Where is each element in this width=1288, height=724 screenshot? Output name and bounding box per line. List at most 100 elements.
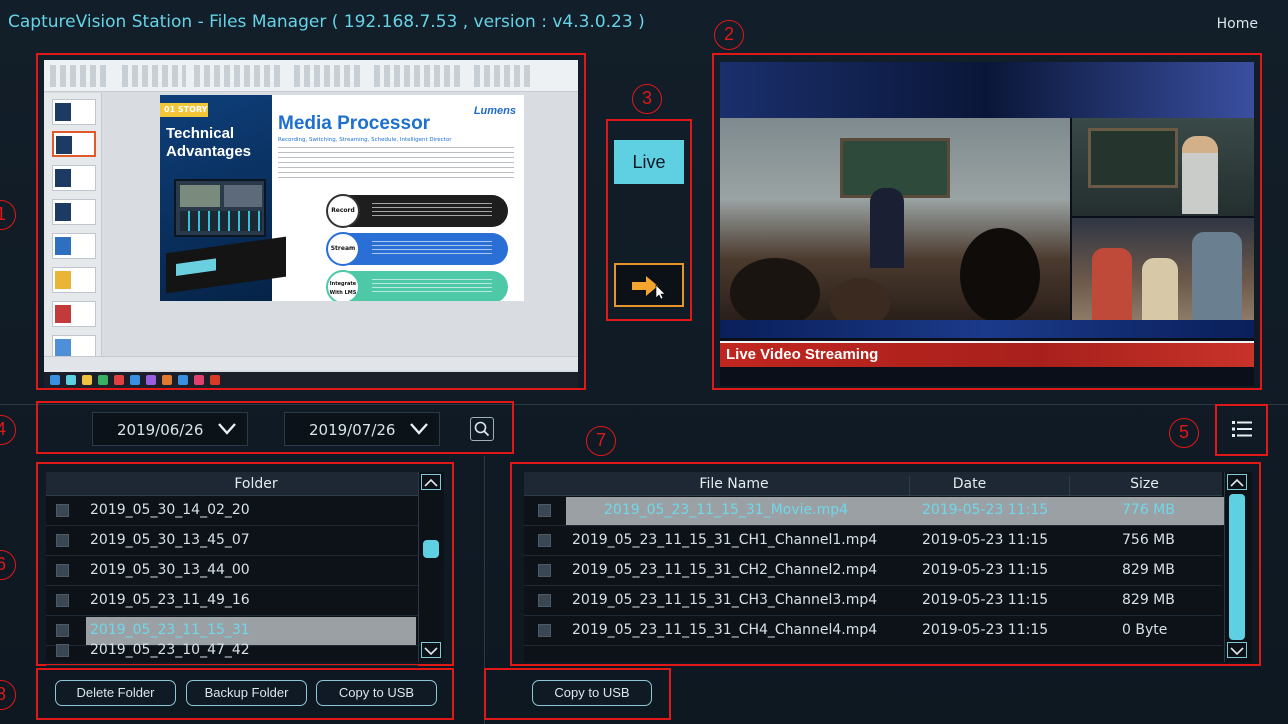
start-date-value: 2019/06/26	[117, 421, 204, 439]
size-column-header[interactable]: Size	[1069, 476, 1219, 496]
story-tag: 01 STORY	[160, 103, 208, 117]
live-button[interactable]: Live	[614, 140, 684, 184]
stream-label: Stream	[326, 232, 360, 266]
ppt-ribbon	[44, 60, 578, 92]
arrow-pointer-icon	[632, 276, 666, 299]
callout-4: 4	[0, 415, 16, 445]
slide-heading: Media Processor	[278, 113, 431, 134]
scroll-up-button[interactable]	[1227, 474, 1247, 490]
folder-table-header: Folder	[46, 472, 418, 496]
video-caption: Live Video Streaming	[726, 346, 879, 363]
file-name: 2019_05_23_11_15_31_CH1_Channel1.mp4	[572, 532, 878, 548]
slide-body-text	[278, 147, 514, 181]
chevron-up-icon	[424, 478, 438, 487]
file-row[interactable]: 2019_05_23_11_15_31_CH2_Channel2.mp4 201…	[524, 556, 1222, 586]
presentation-preview: 01 STORY Technical Advantages Media Proc…	[44, 60, 578, 388]
file-name: 2019_05_23_11_15_31_CH4_Channel4.mp4	[572, 622, 878, 638]
file-row-selected[interactable]: 2019_05_23_11_15_31_Movie.mp4 2019-05-23…	[524, 496, 1226, 526]
windows-taskbar	[44, 372, 578, 388]
folder-column-header[interactable]: Folder	[196, 476, 316, 492]
video-main-feed	[720, 118, 1070, 328]
title-bar: CaptureVision Station - Files Manager ( …	[0, 0, 1288, 44]
file-date: 2019-05-23 11:15	[922, 532, 1049, 548]
chevron-down-icon	[218, 423, 236, 435]
slide-thumbnail-selected	[52, 131, 96, 157]
callout-7: 7	[586, 426, 616, 456]
file-date: 2019-05-23 11:15	[922, 562, 1049, 578]
video-feed-teacher	[1072, 118, 1254, 216]
file-scrollbar[interactable]	[1224, 472, 1250, 662]
folder-row[interactable]: 2019_05_30_14_02_20	[46, 496, 418, 526]
video-blue-stripe	[720, 320, 1254, 338]
file-size: 829 MB	[1122, 592, 1175, 608]
folder-name: 2019_05_23_10_47_42	[90, 642, 250, 658]
callout-8: 8	[0, 680, 16, 710]
cast-to-live-button[interactable]	[614, 263, 684, 307]
list-view-icon	[1232, 421, 1252, 437]
file-checkbox[interactable]	[538, 504, 551, 517]
end-date-value: 2019/07/26	[309, 421, 396, 439]
file-date: 2019-05-23 11:15	[922, 622, 1049, 638]
slide-thumbnail	[52, 267, 96, 293]
file-row[interactable]: 2019_05_23_11_15_31_CH3_Channel3.mp4 201…	[524, 586, 1222, 616]
slide-thumbnail	[52, 301, 96, 327]
file-row[interactable]: 2019_05_23_11_15_31_CH4_Channel4.mp4 201…	[524, 616, 1222, 646]
folder-checkbox[interactable]	[56, 644, 69, 657]
folder-scrollbar[interactable]	[418, 472, 444, 662]
folder-name: 2019_05_23_11_49_16	[90, 592, 250, 608]
file-checkbox[interactable]	[538, 594, 551, 607]
folder-checkbox[interactable]	[56, 534, 69, 547]
scroll-up-button[interactable]	[421, 474, 441, 490]
current-slide: 01 STORY Technical Advantages Media Proc…	[160, 95, 524, 301]
chevron-up-icon	[1230, 478, 1244, 487]
home-link[interactable]: Home	[1217, 16, 1258, 32]
scroll-down-button[interactable]	[1227, 642, 1247, 658]
scroll-thumb[interactable]	[423, 540, 439, 558]
search-button[interactable]	[470, 417, 494, 441]
scroll-thumb[interactable]	[1229, 494, 1245, 640]
file-name-column-header[interactable]: File Name	[634, 476, 834, 492]
lms-pill: Integrate With LMS	[326, 270, 508, 301]
backup-folder-button[interactable]: Backup Folder	[186, 680, 307, 706]
end-date-select[interactable]: 2019/07/26	[284, 412, 440, 446]
file-name: 2019_05_23_11_15_31_CH2_Channel2.mp4	[572, 562, 878, 578]
slide-thumbnail	[52, 165, 96, 191]
slide-thumbnails	[44, 93, 102, 373]
file-size: 756 MB	[1122, 532, 1175, 548]
file-checkbox[interactable]	[538, 534, 551, 547]
callout-3: 3	[632, 84, 662, 114]
video-banner	[720, 62, 1254, 118]
copy-folders-to-usb-button[interactable]: Copy to USB	[316, 680, 437, 706]
folder-checkbox[interactable]	[56, 594, 69, 607]
file-size: 0 Byte	[1122, 622, 1168, 638]
folder-table: Folder 2019_05_30_14_02_20 2019_05_30_13…	[46, 472, 444, 666]
file-size: 776 MB	[1122, 502, 1175, 518]
callout-6: 6	[0, 550, 16, 580]
file-size: 829 MB	[1122, 562, 1175, 578]
folder-row[interactable]: 2019_05_23_10_47_42	[46, 636, 418, 666]
folder-row[interactable]: 2019_05_23_11_49_16	[46, 586, 418, 616]
list-view-toggle[interactable]	[1232, 420, 1252, 438]
start-date-select[interactable]: 2019/06/26	[92, 412, 248, 446]
callout-5: 5	[1169, 418, 1199, 448]
folder-checkbox[interactable]	[56, 504, 69, 517]
file-row[interactable]: 2019_05_23_11_15_31_CH1_Channel1.mp4 201…	[524, 526, 1222, 556]
scroll-down-button[interactable]	[421, 642, 441, 658]
search-icon	[474, 421, 490, 437]
date-column-header[interactable]: Date	[909, 476, 1029, 496]
chevron-down-icon	[410, 423, 428, 435]
folder-name: 2019_05_30_13_45_07	[90, 532, 250, 548]
slide-canvas: 01 STORY Technical Advantages Media Proc…	[108, 93, 578, 388]
file-checkbox[interactable]	[538, 624, 551, 637]
folder-row[interactable]: 2019_05_30_13_45_07	[46, 526, 418, 556]
record-label: Record	[326, 194, 360, 228]
file-name: 2019_05_23_11_15_31_CH3_Channel3.mp4	[572, 592, 878, 608]
folder-row[interactable]: 2019_05_30_13_44_00	[46, 556, 418, 586]
slide-thumbnail	[52, 99, 96, 125]
delete-folder-button[interactable]: Delete Folder	[55, 680, 176, 706]
device-screenshot	[174, 179, 266, 237]
file-checkbox[interactable]	[538, 564, 551, 577]
folder-checkbox[interactable]	[56, 564, 69, 577]
file-table: File Name Date Size 2019_05_23_11_15_31_…	[524, 472, 1252, 662]
copy-files-to-usb-button[interactable]: Copy to USB	[532, 680, 652, 706]
